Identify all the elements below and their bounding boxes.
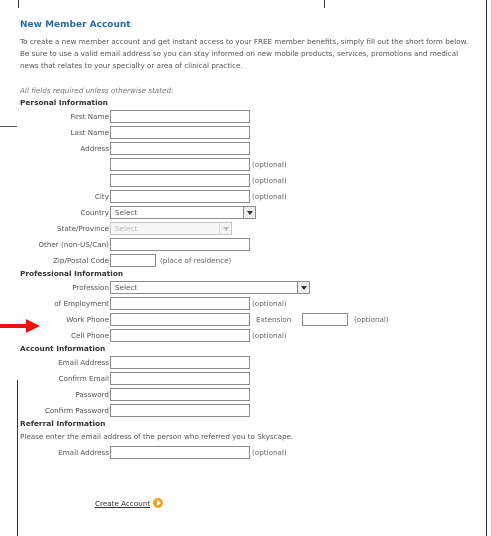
password-input[interactable] <box>110 388 250 401</box>
password-row: Password <box>20 387 482 403</box>
email-label: Email Address <box>58 358 109 367</box>
account-heading: Account Information <box>20 344 106 353</box>
extension-input[interactable] <box>302 313 348 326</box>
page-title: New Member Account <box>20 20 131 30</box>
personal-heading: Personal Information <box>20 98 108 107</box>
cell-phone-label: Cell Phone <box>71 331 109 340</box>
red-arrow-icon <box>0 319 40 333</box>
confirm-password-row: Confirm Password <box>20 403 482 419</box>
other-region-input[interactable] <box>110 238 250 251</box>
other-region-label: Other (non-US/Can) <box>38 240 109 249</box>
state-select-value: Select <box>115 224 138 233</box>
confirm-password-input[interactable] <box>110 404 250 417</box>
work-phone-row: Work Phone Extension (optional) <box>20 312 482 328</box>
other-region-row: Other (non-US/Can) <box>20 237 482 253</box>
frame-right-line <box>486 0 487 536</box>
state-row: State/Province Select <box>20 221 482 237</box>
email-input[interactable] <box>110 356 250 369</box>
zip-row: Zip/Postal Code (place of residence) <box>20 253 482 269</box>
first-name-row: First Name <box>20 109 482 125</box>
city-row: City (optional) <box>20 189 482 205</box>
referral-heading: Referral Information <box>20 419 106 428</box>
intro-text: To create a new member account and get i… <box>20 37 469 70</box>
city-input[interactable] <box>110 190 250 203</box>
address-input-3[interactable] <box>110 174 250 187</box>
cell-optional-note: (optional) <box>252 331 287 340</box>
profession-select-value: Select <box>115 283 138 292</box>
confirm-email-label: Confirm Email <box>58 374 109 383</box>
arrow-right-circle-icon[interactable] <box>153 498 164 508</box>
first-name-label: First Name <box>70 112 109 121</box>
referral-email-label: Email Address <box>58 448 109 457</box>
referral-email-input[interactable] <box>110 446 250 459</box>
last-name-label: Last Name <box>70 128 109 137</box>
country-select[interactable]: Select <box>110 206 256 219</box>
extension-optional-note: (optional) <box>354 315 389 324</box>
frame-bottom-left-line <box>17 380 18 536</box>
last-name-input[interactable] <box>110 126 250 139</box>
country-select-value: Select <box>115 208 138 217</box>
cell-phone-input[interactable] <box>110 329 250 342</box>
email-row: Email Address <box>20 355 482 371</box>
frame-left-line <box>0 126 17 127</box>
employment-label: of Employment <box>54 299 109 308</box>
work-phone-input[interactable] <box>110 313 250 326</box>
state-label: State/Province <box>56 224 109 233</box>
address-label: Address <box>80 144 109 153</box>
city-label: City <box>94 192 109 201</box>
chevron-down-icon <box>243 207 255 218</box>
first-name-input[interactable] <box>110 110 250 123</box>
zip-label: Zip/Postal Code <box>52 256 109 265</box>
confirm-password-label: Confirm Password <box>44 406 109 415</box>
chevron-down-icon <box>297 282 309 293</box>
employment-optional-note: (optional) <box>252 299 287 308</box>
address2-optional-note: (optional) <box>252 160 287 169</box>
confirm-email-input[interactable] <box>110 372 250 385</box>
address2-row: (optional) <box>20 157 482 173</box>
address-input-1[interactable] <box>110 142 250 155</box>
employment-input[interactable] <box>110 297 250 310</box>
profession-label: Profession <box>72 283 109 292</box>
country-label: Country <box>80 208 109 217</box>
member-account-form: New Member Account To create a new membe… <box>20 20 482 461</box>
profession-row: Profession Select <box>20 280 482 296</box>
country-row: Country Select <box>20 205 482 221</box>
zip-input[interactable] <box>110 254 156 267</box>
create-account-link[interactable]: Create Account <box>95 499 150 508</box>
zip-note: (place of residence) <box>160 256 232 265</box>
work-phone-label: Work Phone <box>66 315 109 324</box>
cell-phone-row: Cell Phone (optional) <box>20 328 482 344</box>
referral-email-row: Email Address (optional) <box>20 445 482 461</box>
frame-top <box>0 0 492 8</box>
profession-select[interactable]: Select <box>110 281 310 294</box>
referral-optional-note: (optional) <box>252 448 287 457</box>
create-account-button[interactable]: Create Account <box>95 498 164 508</box>
address-row: Address <box>20 141 482 157</box>
address3-row: (optional) <box>20 173 482 189</box>
employment-row: of Employment (optional) <box>20 296 482 312</box>
chevron-down-icon <box>219 223 231 234</box>
last-name-row: Last Name <box>20 125 482 141</box>
referral-text: Please enter the email address of the pe… <box>20 432 294 441</box>
state-select[interactable]: Select <box>110 222 232 235</box>
professional-heading: Professional Information <box>20 269 124 278</box>
address3-optional-note: (optional) <box>252 176 287 185</box>
confirm-email-row: Confirm Email <box>20 371 482 387</box>
city-optional-note: (optional) <box>252 192 287 201</box>
required-note: All fields required unless otherwise sta… <box>20 86 174 95</box>
password-label: Password <box>75 390 109 399</box>
extension-label: Extension <box>256 315 292 324</box>
address-input-2[interactable] <box>110 158 250 171</box>
